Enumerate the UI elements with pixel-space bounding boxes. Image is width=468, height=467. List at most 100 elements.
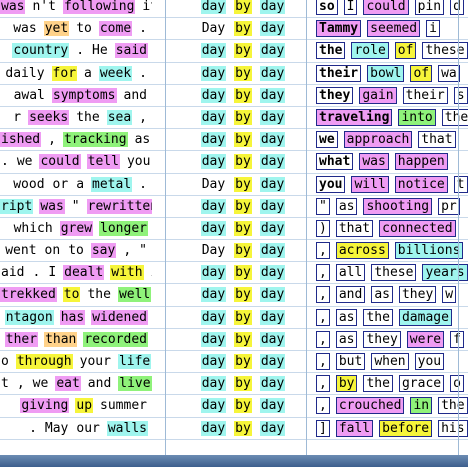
left-context: ished, tracking as	[0, 129, 152, 150]
concordance-row[interactable]: r seeks the sea, day by day traveling into the	[0, 107, 468, 130]
right-context: ) that connected	[316, 218, 468, 239]
context-token: could	[363, 0, 409, 15]
concordance-row[interactable]: therthanrecordeddaybyday,astheyweref	[0, 329, 468, 351]
context-token: to	[62, 287, 81, 303]
context-token: you	[126, 154, 151, 170]
context-token: ]	[316, 419, 330, 437]
keyword-column: day by day	[183, 418, 303, 439]
right-context: the role of these	[316, 40, 468, 61]
keyword-token: day	[259, 43, 286, 59]
keyword-column: day by day	[183, 218, 303, 239]
keyword-token: day	[259, 376, 286, 392]
keyword-token: day	[259, 309, 286, 325]
keyword-token: day	[200, 109, 227, 125]
context-token: ,	[316, 375, 330, 393]
context-token: we	[32, 376, 49, 392]
concordance-row[interactable]: ished, tracking as day by day we approach that	[0, 129, 468, 152]
keyword-token: by	[234, 243, 252, 259]
context-token: we	[316, 131, 338, 149]
keyword-token: day	[200, 287, 227, 303]
context-token: .	[29, 420, 37, 436]
context-token: n't	[32, 0, 56, 14]
context-token: tell	[86, 154, 120, 170]
context-token: ,	[316, 264, 330, 282]
context-token: the	[363, 308, 393, 326]
concordance-row[interactable]: trekked to the well day by day, and as they w	[0, 284, 468, 307]
keyword-token: day	[259, 0, 286, 14]
concordance-row[interactable]: . we could tell you day by day what was happen	[0, 151, 468, 174]
context-token: week	[98, 65, 133, 81]
context-token: a	[76, 176, 85, 192]
context-token: of	[394, 42, 417, 60]
keyword-token: by	[234, 176, 252, 192]
context-token: than	[44, 331, 78, 347]
context-token: w	[442, 286, 457, 304]
context-token: connected	[379, 219, 456, 237]
context-token: these	[371, 264, 417, 282]
keyword-token: by	[234, 198, 252, 214]
right-context: they gain their s	[316, 85, 468, 106]
concordance-row[interactable]: ntagon has widened day by day, as the damage	[0, 307, 468, 329]
right-context: , crouched in the	[316, 395, 468, 416]
concordance-row[interactable]: o through your life day by day, but when you	[0, 351, 468, 374]
context-token: as	[371, 286, 393, 304]
concordance-row[interactable]: went on to say, " Day by day, across billions	[0, 240, 468, 263]
context-token: ,	[316, 286, 330, 304]
keyword-token: by	[234, 109, 252, 125]
keyword-token: by	[234, 0, 252, 14]
context-token: was	[359, 153, 389, 171]
left-context: which grew longer	[0, 218, 152, 239]
keyword-token: day	[200, 376, 227, 392]
right-context: , across billions	[316, 240, 468, 261]
context-token: ,	[16, 376, 25, 392]
keyword-column: day by day	[183, 373, 303, 394]
context-token: that	[335, 219, 374, 237]
keyword-token: day	[259, 398, 286, 414]
keyword-column: day by day	[183, 196, 303, 217]
context-token: to	[76, 21, 92, 37]
keyword-token: day	[200, 198, 227, 214]
concordance-row[interactable]: t,weeatandlivedaybyday,bythegraceo	[0, 373, 468, 396]
context-token: the	[76, 109, 100, 125]
context-token: "	[139, 243, 147, 259]
concordance-row[interactable]: aid. Idealt withit daybyday, all these years	[0, 262, 468, 285]
concordance-row[interactable]: awal symptoms and day by day they gain their s	[0, 85, 468, 107]
keyword-column: day by day	[183, 85, 303, 106]
context-token: as	[335, 308, 358, 326]
concordance-row[interactable]: . May our walls day by day] fall before his	[0, 418, 468, 440]
context-token: recorded	[83, 331, 148, 347]
concordance-row[interactable]: which grew longer day by day) that connected	[0, 218, 468, 241]
context-token: come	[98, 21, 133, 37]
context-token: role	[351, 42, 389, 60]
concordance-row[interactable]: was yet to come. Day by day Tammy seemed i	[0, 18, 468, 41]
context-token: metal	[91, 176, 133, 192]
right-context: soIcouldpind	[316, 0, 468, 17]
context-token: as	[134, 132, 151, 148]
context-token: and	[123, 87, 147, 103]
concordance-row[interactable]: ript was " rewritten day by day " as shooting pr	[0, 196, 468, 218]
concordance-row[interactable]: country. He said day by day the role of these	[0, 40, 468, 63]
keyword-token: day	[200, 354, 227, 369]
keyword-token: day	[200, 331, 227, 347]
context-token: that	[418, 131, 456, 149]
context-token: country	[12, 43, 70, 59]
context-token: a	[84, 65, 92, 81]
concordance-row[interactable]: giving up summer day by day, crouched in the	[0, 395, 468, 418]
context-token: awal	[13, 87, 45, 103]
keyword-token: Day	[201, 243, 226, 259]
concordance-row[interactable]: wood or a metal. Day by day you will notice t	[0, 174, 468, 196]
keyword-token: by	[234, 132, 252, 148]
context-token: wa	[438, 64, 460, 82]
keyword-token: day	[259, 287, 286, 303]
keyword-column: day by day	[183, 262, 303, 283]
context-token: live	[118, 376, 152, 392]
context-token: grew	[59, 220, 94, 236]
context-token: they	[363, 330, 401, 348]
context-token: walls	[106, 420, 148, 436]
context-token: ,	[139, 109, 147, 125]
keyword-column: day by day	[183, 329, 303, 350]
concordance-row[interactable]: daily for a week. day by day their bowl of wa	[0, 63, 468, 85]
keyword-token: by	[234, 354, 252, 369]
context-token: on	[44, 243, 61, 259]
concordance-row[interactable]: wasn'tfollowingitdaybydaysoIcouldpind	[0, 0, 468, 19]
